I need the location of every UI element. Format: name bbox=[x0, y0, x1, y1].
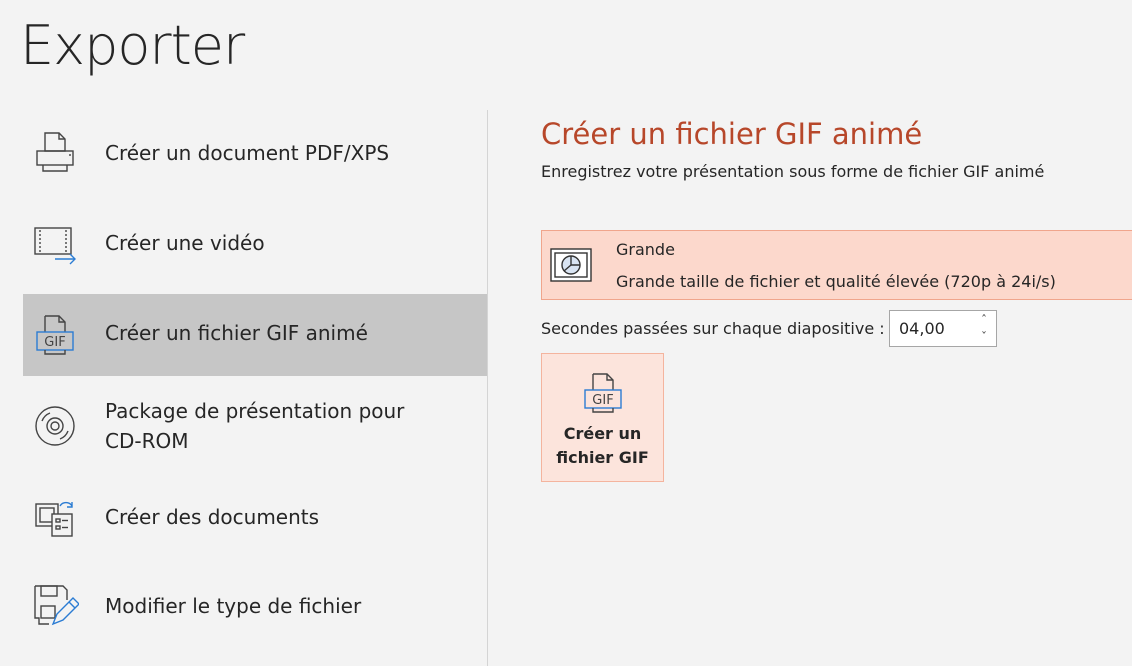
change-file-type-icon bbox=[31, 582, 79, 630]
svg-text:GIF: GIF bbox=[44, 335, 65, 350]
section-description: Enregistrez votre présentation sous form… bbox=[541, 162, 1045, 181]
sidebar-item-change-file-type[interactable]: Modifier le type de fichier bbox=[23, 558, 487, 654]
sidebar-item-label: Créer un fichier GIF animé bbox=[105, 321, 368, 345]
sidebar-item-handouts[interactable]: Créer des documents bbox=[23, 476, 487, 558]
seconds-per-slide-label: Secondes passées sur chaque diapositive … bbox=[541, 319, 885, 338]
sidebar-item-cd-rom[interactable]: Package de présentation pour CD-ROM bbox=[23, 376, 487, 476]
chevron-up-icon[interactable]: ˆ bbox=[974, 312, 994, 328]
pdf-document-icon bbox=[31, 128, 79, 176]
handouts-icon bbox=[31, 493, 79, 541]
sidebar-item-pdf-xps[interactable]: Créer un document PDF/XPS bbox=[23, 110, 487, 198]
cd-rom-icon bbox=[31, 402, 79, 450]
gif-file-icon: GIF bbox=[580, 370, 626, 416]
quality-dropdown[interactable]: Grande Grande taille de fichier et quali… bbox=[541, 230, 1132, 300]
sidebar-item-label: Modifier le type de fichier bbox=[105, 594, 362, 618]
panel-divider bbox=[487, 110, 488, 666]
sidebar-item-label: Package de présentation pour CD-ROM bbox=[105, 399, 405, 453]
create-gif-button-label: Créer un fichier GIF bbox=[556, 424, 649, 467]
sidebar-item-label: Créer des documents bbox=[105, 505, 320, 529]
chevron-down-icon[interactable]: ˇ bbox=[974, 329, 994, 345]
seconds-per-slide-stepper[interactable]: 04,00 ˆ ˇ bbox=[889, 310, 997, 347]
quality-detail: Grande taille de fichier et qualité élev… bbox=[616, 272, 1056, 291]
slide-quality-icon bbox=[550, 247, 592, 283]
svg-text:GIF: GIF bbox=[592, 393, 613, 408]
page-title: Exporter bbox=[20, 14, 245, 77]
gif-file-icon: GIF bbox=[31, 311, 79, 359]
quality-name: Grande bbox=[616, 240, 675, 259]
sidebar-item-video[interactable]: Créer une vidéo bbox=[23, 198, 487, 294]
create-gif-button[interactable]: GIF Créer un fichier GIF bbox=[541, 353, 664, 482]
sidebar-item-gif[interactable]: GIF Créer un fichier GIF animé bbox=[23, 294, 487, 376]
sidebar-item-label: Créer une vidéo bbox=[105, 231, 265, 255]
video-icon bbox=[31, 220, 79, 268]
seconds-per-slide-value[interactable]: 04,00 bbox=[899, 318, 945, 340]
section-title: Créer un fichier GIF animé bbox=[541, 117, 923, 151]
sidebar-item-label: Créer un document PDF/XPS bbox=[105, 141, 390, 165]
